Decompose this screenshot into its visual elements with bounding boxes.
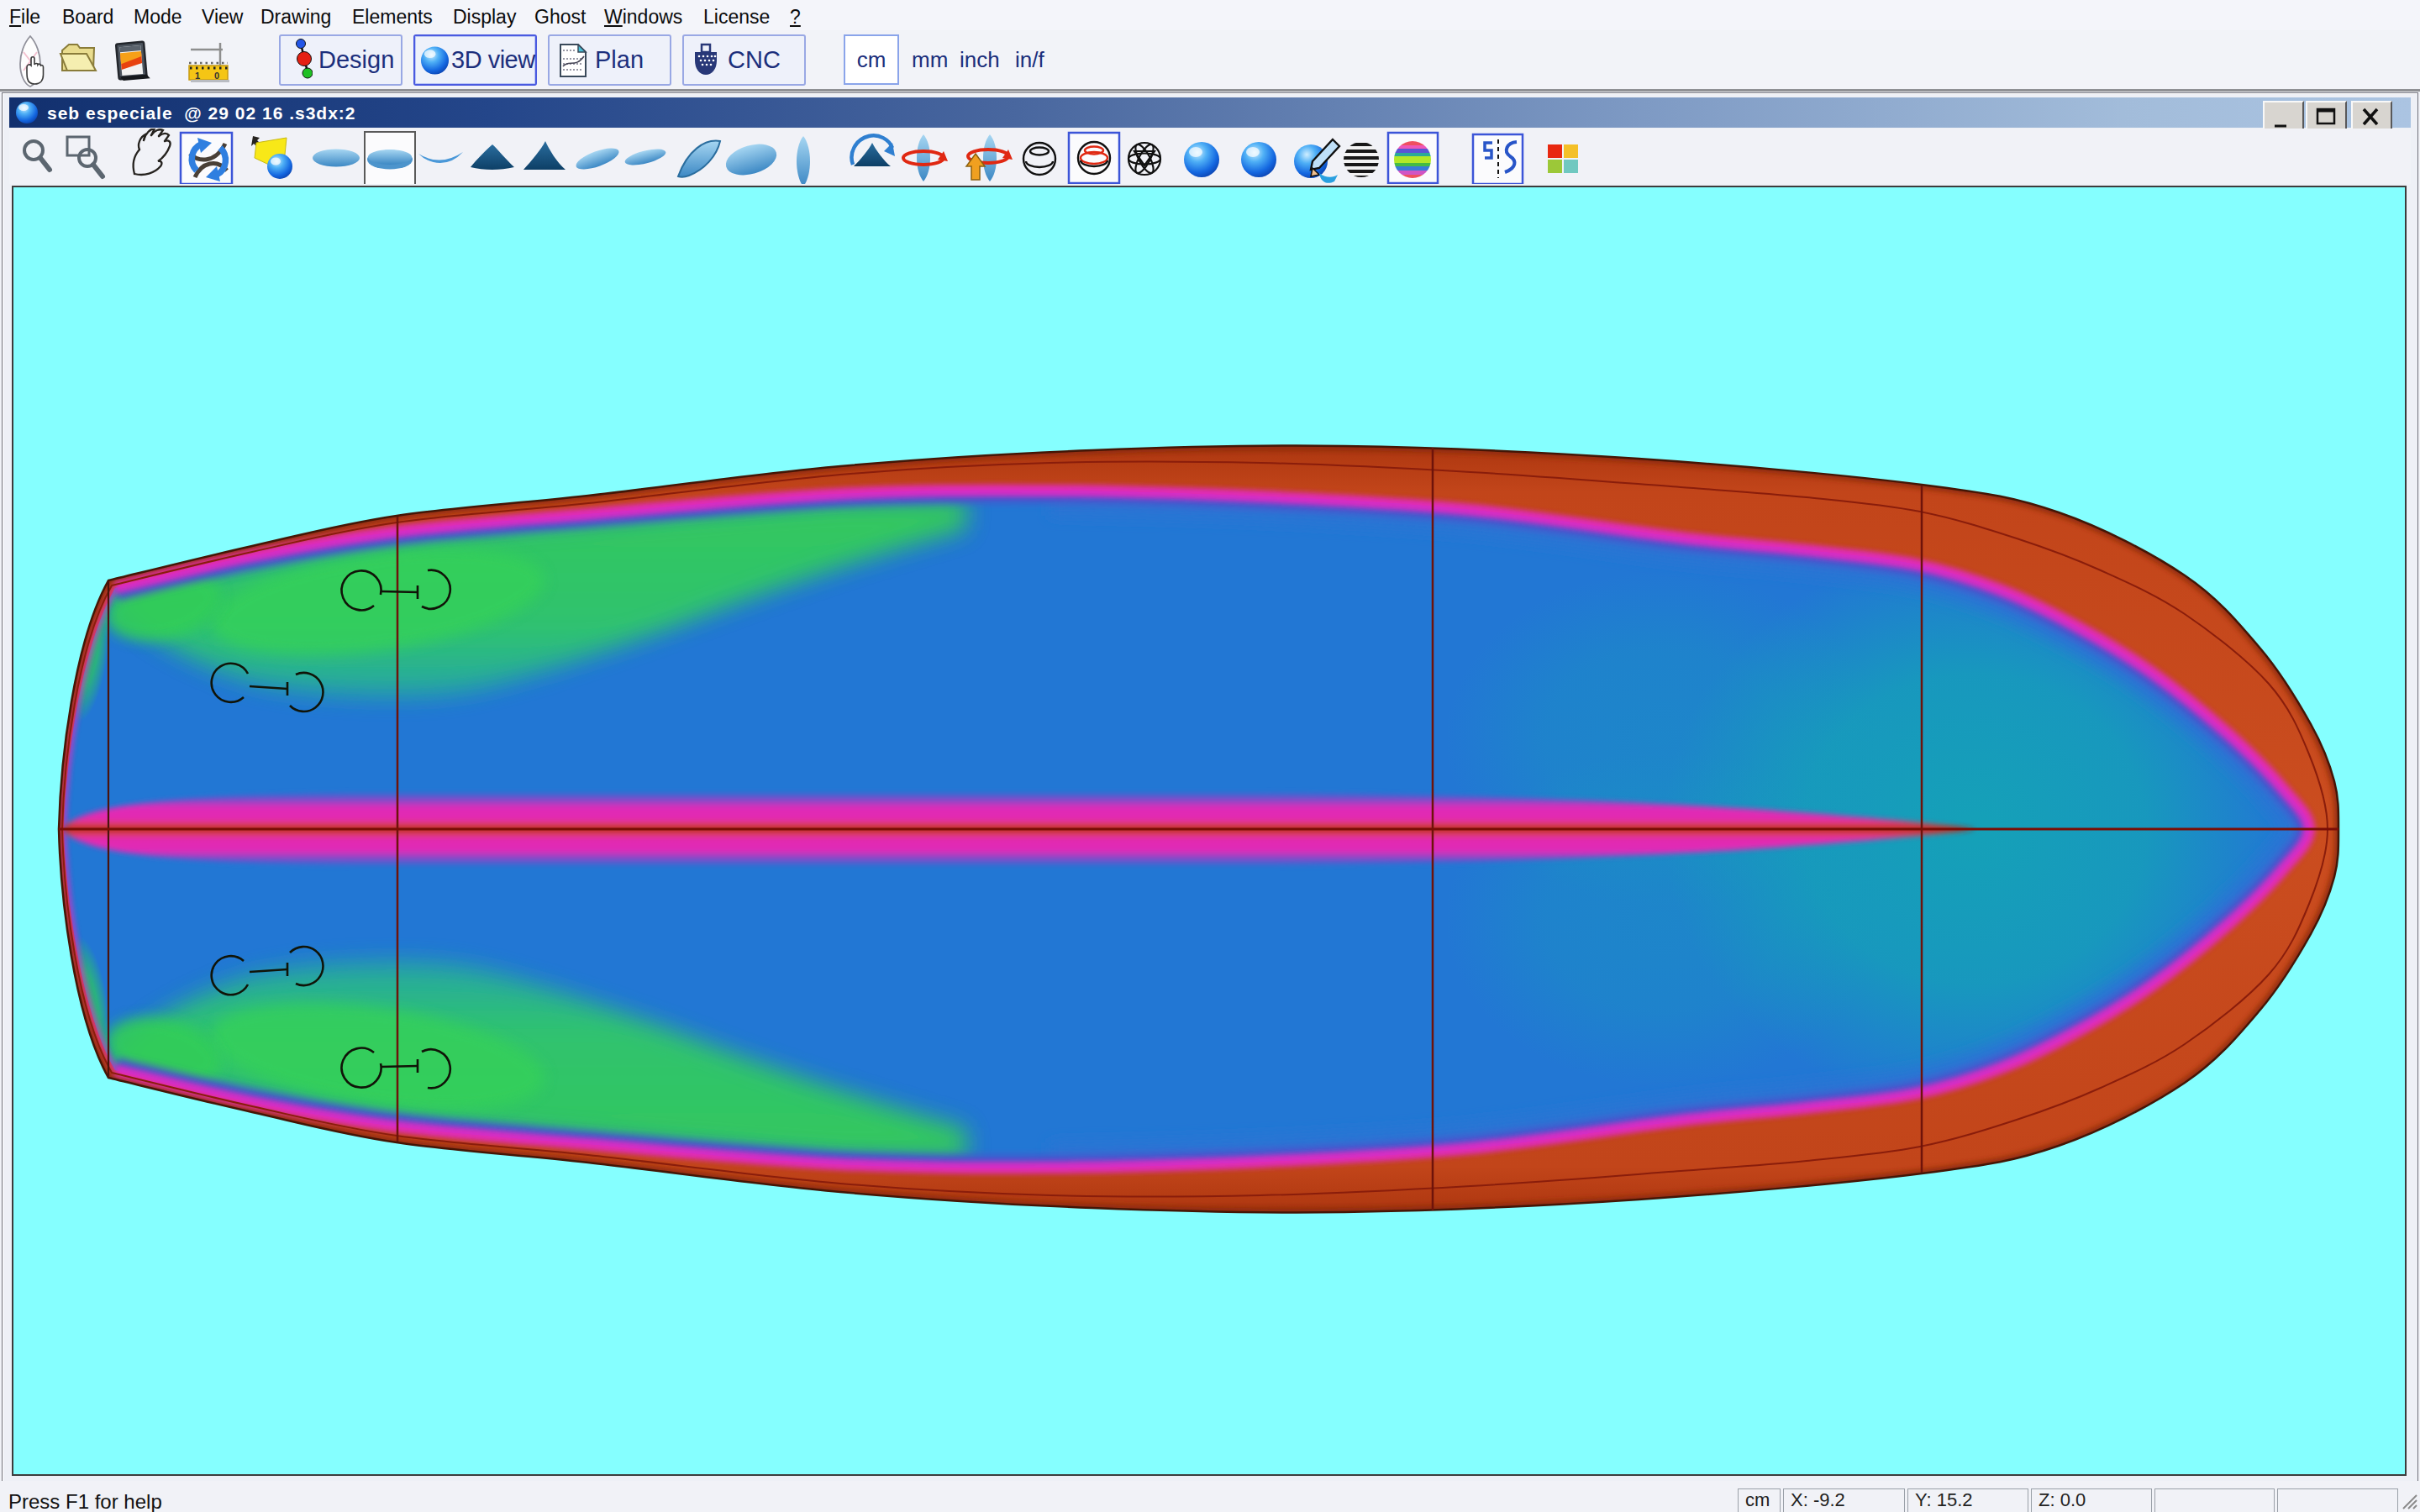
svg-text:0: 0 [214,71,219,81]
svg-text:1: 1 [195,71,200,81]
